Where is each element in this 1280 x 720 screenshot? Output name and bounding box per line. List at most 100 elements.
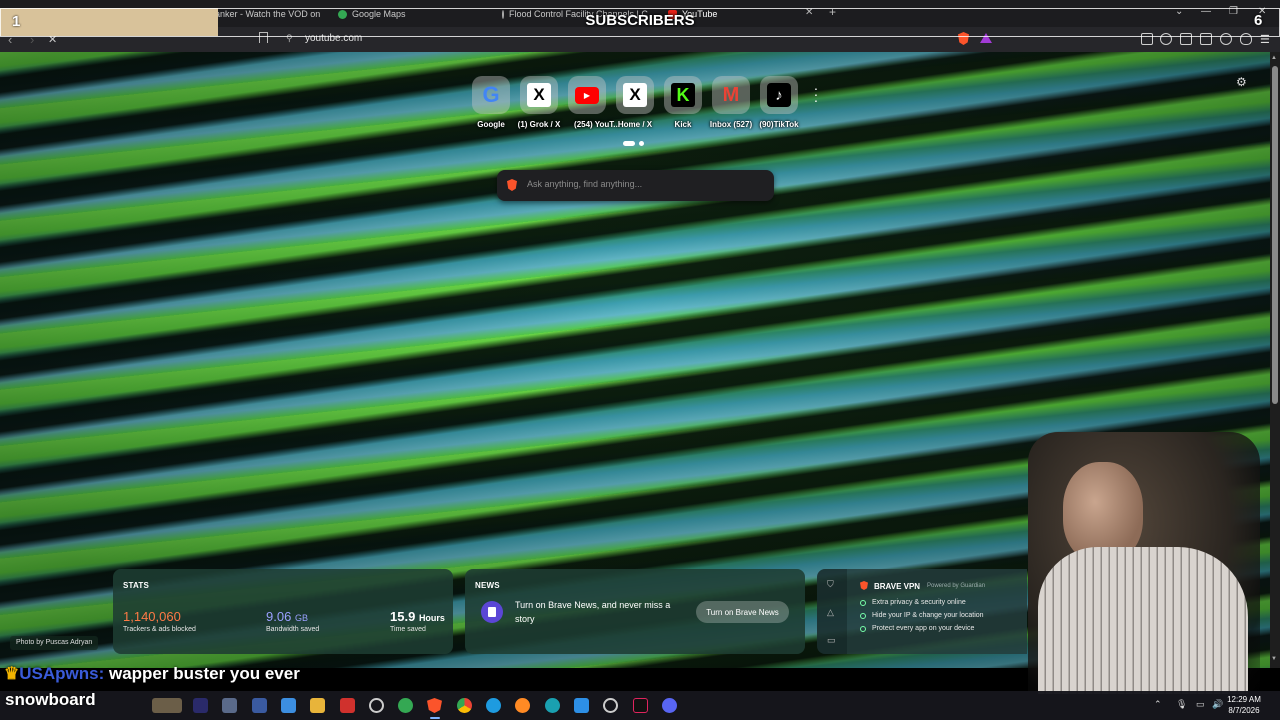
topsites-page-dot-active[interactable] — [623, 141, 635, 146]
tiktok-icon: ♪ — [767, 83, 791, 107]
app-r-icon[interactable] — [193, 698, 208, 713]
chevron-down-icon[interactable]: ⌄ — [1175, 6, 1183, 17]
bandwidth-unit: GB — [294, 613, 308, 623]
app-github-icon[interactable] — [603, 698, 618, 713]
arduino-icon[interactable] — [545, 698, 560, 713]
bandwidth-number: 9.06 — [266, 609, 292, 624]
active-app-indicator — [430, 717, 440, 719]
widget-weather-icon[interactable] — [152, 698, 182, 713]
app-maps-icon[interactable] — [398, 698, 413, 713]
app-q-icon[interactable] — [281, 698, 296, 713]
gear-icon[interactable]: ⚙ — [1236, 75, 1247, 89]
x-icon: X — [623, 83, 647, 107]
bookmark-icon[interactable] — [259, 32, 268, 43]
time-saved-value: 15.9 Hours — [390, 609, 445, 624]
sidebar-icon[interactable] — [1180, 33, 1192, 45]
rewards-triangle-icon[interactable]: △ — [827, 607, 834, 618]
media-icon[interactable] — [1160, 33, 1172, 45]
time-saved-label: Time saved — [390, 626, 426, 633]
vpn-partner-name: Guardian — [960, 583, 986, 589]
maps-icon — [338, 9, 347, 19]
close-icon[interactable]: ✕ — [805, 7, 813, 18]
subscriber-goal-target: 6 — [1254, 12, 1263, 29]
topsite-grok[interactable]: X — [520, 76, 558, 114]
brave-browser-icon[interactable] — [427, 698, 442, 713]
new-tab-icon[interactable]: + — [829, 5, 836, 19]
bandwidth-saved-value: 9.06 GB — [266, 609, 308, 624]
tray-chevron-icon[interactable]: ⌃ — [1154, 699, 1162, 710]
network-icon[interactable]: ▭ — [1196, 699, 1205, 710]
photo-credit[interactable]: Photo by Puscas Adryan — [10, 636, 99, 650]
app-network-icon[interactable] — [222, 698, 237, 713]
system-clock[interactable]: 12:29 AM 8/7/2026 — [1222, 694, 1266, 716]
news-icon — [481, 601, 503, 623]
talk-icon[interactable]: ▭ — [827, 635, 836, 646]
scroll-down-icon[interactable]: ▼ — [1271, 656, 1277, 662]
vpn-powered-by: Powered by Guardian — [927, 583, 985, 589]
menu-icon[interactable]: ☰ — [1260, 33, 1270, 46]
chrome-icon[interactable] — [457, 698, 472, 713]
microphone-icon[interactable]: 🎙 — [1176, 699, 1187, 710]
leo-icon[interactable] — [1220, 33, 1232, 45]
topsite-tiktok[interactable]: ♪ — [760, 76, 798, 114]
youtube-icon: ▶ — [575, 86, 599, 104]
topsite-gmail[interactable]: M — [712, 76, 750, 114]
topsite-home-x[interactable]: X — [616, 76, 654, 114]
app-video-icon[interactable] — [340, 698, 355, 713]
tab-label: anker - Watch the VOD on K — [215, 9, 323, 19]
x-icon: X — [527, 83, 551, 107]
wallet-icon[interactable] — [1200, 33, 1212, 45]
app-clock-icon[interactable] — [369, 698, 384, 713]
stream-label: snowboard — [5, 690, 96, 709]
app-computer-icon[interactable] — [252, 698, 267, 713]
screen: anker - Watch the VOD on K Google Maps F… — [0, 0, 1280, 720]
page-scrollbar[interactable]: ▲ ▼ — [1270, 52, 1280, 668]
check-icon — [860, 613, 866, 619]
minimize-icon[interactable]: — — [1201, 6, 1211, 17]
discord-icon[interactable] — [662, 698, 677, 713]
tab-kick-vod[interactable]: anker - Watch the VOD on K — [215, 5, 323, 23]
webcam-overlay — [1028, 432, 1260, 694]
news-promo-text: Turn on Brave News, and never miss a sto… — [515, 600, 671, 624]
vscode-icon[interactable] — [574, 698, 589, 713]
stats-title: STATS — [123, 581, 150, 590]
site-info-icon[interactable]: ⚲ — [286, 33, 293, 44]
gmail-icon: M — [722, 83, 740, 106]
crown-icon: ♛ — [4, 664, 20, 683]
file-explorer-icon[interactable] — [310, 698, 325, 713]
vpn-shield-icon[interactable]: ⛉ — [827, 579, 834, 590]
news-title: NEWS — [475, 581, 500, 590]
topsites-more-icon[interactable]: · · · — [812, 81, 820, 107]
topsite-google[interactable]: G — [472, 76, 510, 114]
turn-on-news-button[interactable]: Turn on Brave News — [696, 601, 789, 623]
address-bar[interactable]: ⚲ youtube.com — [255, 30, 1000, 49]
url-text: youtube.com — [305, 33, 363, 44]
firefox-icon[interactable] — [515, 698, 530, 713]
trackers-blocked-label: Trackers & ads blocked — [123, 626, 196, 633]
scroll-up-icon[interactable]: ▲ — [1271, 55, 1277, 61]
vpn-feature: Hide your IP & change your location — [872, 612, 984, 619]
topsite-kick[interactable]: K — [664, 76, 702, 114]
edge-icon[interactable] — [486, 698, 501, 713]
vpn-feature: Extra privacy & security online — [872, 599, 966, 606]
vpn-logo-icon — [860, 581, 868, 590]
maximize-icon[interactable]: ❐ — [1229, 6, 1238, 17]
tiktok-icon[interactable] — [633, 698, 648, 713]
brave-rewards-icon[interactable] — [980, 33, 992, 43]
vpn-feature: Protect every app on your device — [872, 625, 975, 632]
search-box[interactable]: Ask anything, find anything... — [497, 170, 774, 201]
google-icon: G — [482, 82, 500, 107]
scroll-thumb[interactable] — [1272, 66, 1278, 404]
vpn-powered-text: Powered by — [927, 583, 959, 589]
globe-icon — [502, 9, 504, 19]
topsites-page-dot[interactable] — [639, 141, 644, 146]
brave-logo-icon — [507, 179, 517, 191]
vpn-icon[interactable] — [1240, 33, 1252, 45]
time-unit: Hours — [418, 613, 445, 623]
subscriber-current-count: 1 — [12, 13, 21, 30]
extensions-icon[interactable] — [1141, 33, 1153, 45]
tab-google-maps[interactable]: Google Maps — [338, 5, 488, 23]
check-icon — [860, 626, 866, 632]
topsite-youtube[interactable]: ▶ — [568, 76, 606, 114]
bandwidth-saved-label: Bandwidth saved — [266, 626, 320, 633]
